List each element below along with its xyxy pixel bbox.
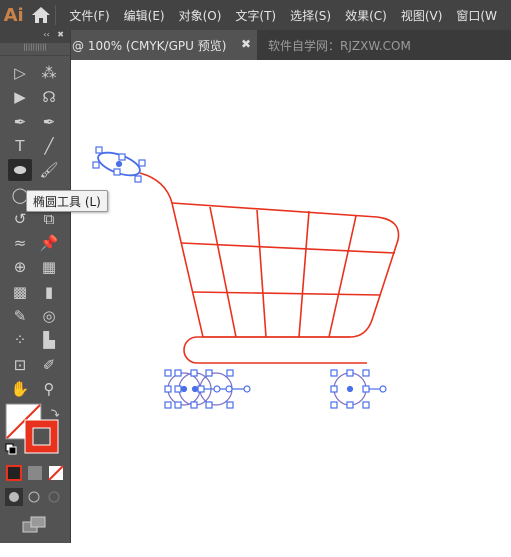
menu-effect[interactable]: 效果(C) (345, 7, 387, 24)
pin-tool[interactable]: 📌 (37, 232, 61, 254)
menu-window[interactable]: 窗口(W (456, 7, 497, 24)
blend-tool[interactable]: ◎ (37, 305, 61, 327)
basket-row-line (192, 291, 381, 296)
column-graph-tool[interactable]: ▙ (37, 329, 61, 351)
app-logo: Ai (3, 4, 24, 26)
warp-tool[interactable]: ≈ (8, 232, 32, 254)
hand-tool[interactable]: ✋ (8, 378, 32, 400)
home-button[interactable] (27, 0, 54, 30)
pen-tool[interactable]: ✒ (8, 111, 32, 133)
curvature-tool[interactable]: ✒ (37, 111, 61, 133)
home-icon (31, 7, 50, 23)
basket-column-line (256, 209, 267, 338)
menu-view[interactable]: 视图(V) (401, 7, 443, 24)
menu-select[interactable]: 选择(S) (290, 7, 331, 24)
color-mode-buttons (6, 465, 64, 481)
document-tab-label: @ 100% (CMYK/GPU 预览) (72, 38, 227, 53)
type-tool[interactable]: T (8, 135, 32, 157)
lasso-tool[interactable]: ☊ (37, 86, 61, 108)
close-panel-icon[interactable]: ✖ (57, 30, 64, 39)
direct-selection-tool[interactable]: ▷ (8, 62, 32, 84)
cart-basket-outline (170, 202, 400, 338)
basket-row-line (180, 242, 396, 254)
menu-file[interactable]: 文件(F) (69, 7, 109, 24)
basket-column-line (298, 210, 310, 338)
artboard-canvas[interactable] (72, 60, 511, 547)
tool-tooltip: 椭圆工具 (L) (26, 190, 108, 212)
ellipse-tool[interactable]: ⬬ (8, 159, 32, 182)
gradient-tool[interactable]: ▮ (37, 281, 61, 303)
cart-base (183, 336, 367, 364)
color-controls (5, 403, 64, 533)
drawing-mode-buttons (5, 488, 60, 506)
default-colors-icon (5, 443, 17, 455)
cart-handle-bar (139, 172, 173, 204)
magic-wand-tool[interactable]: ⁂ (37, 62, 61, 84)
watermark-tab: 软件自学网：RJZXW.COM (268, 38, 411, 53)
menu-edit[interactable]: 编辑(E) (124, 7, 165, 24)
document-tab-bar: @ 100% (CMYK/GPU 预览) ✖ 软件自学网：RJZXW.COM (0, 30, 511, 60)
divider (54, 5, 56, 25)
swap-colors-icon (50, 409, 60, 418)
tools-panel: ‹‹ ✖ |||||||||| ▷⁂▶☊✒✒T╱⬬🖌◯◆↺⧉≈📌⊕▦▩▮✎◎⁘▙… (0, 30, 71, 543)
stroke-swatch[interactable] (24, 419, 59, 454)
document-tab[interactable]: @ 100% (CMYK/GPU 预览) ✖ (71, 30, 257, 60)
center-point (115, 160, 123, 168)
paintbrush-tool[interactable]: 🖌 (37, 159, 61, 181)
panel-header: ‹‹ ✖ (0, 30, 70, 43)
menu-object[interactable]: 对象(O) (179, 7, 222, 24)
zoom-tool[interactable]: ⚲ (37, 378, 61, 400)
shape-builder-tool[interactable]: ⊕ (8, 256, 32, 278)
line-tool[interactable]: ╱ (37, 135, 61, 157)
close-tab-icon[interactable]: ✖ (241, 37, 251, 51)
menu-type[interactable]: 文字(T) (235, 7, 276, 24)
artboard-tool[interactable]: ⊡ (8, 354, 32, 376)
mesh-tool[interactable]: ▩ (8, 281, 32, 303)
shopping-cart-artwork (139, 172, 400, 364)
panel-grip[interactable]: |||||||||| (0, 43, 70, 56)
menu-bar: Ai 文件(F) 编辑(E) 对象(O) 文字(T) 选择(S) 效果(C) 视… (0, 0, 511, 30)
basket-column-line (209, 206, 237, 338)
slice-tool[interactable]: ✐ (37, 354, 61, 376)
eyedropper-tool[interactable]: ✎ (8, 305, 32, 327)
collapse-panel-icon[interactable]: ‹‹ (43, 30, 49, 39)
basket-column-line (328, 215, 357, 338)
screen-mode-icon (22, 516, 46, 533)
perspective-grid-tool[interactable]: ▦ (37, 256, 61, 278)
symbol-sprayer-tool[interactable]: ⁘ (8, 329, 32, 351)
selection-tool[interactable]: ▶ (8, 86, 32, 108)
